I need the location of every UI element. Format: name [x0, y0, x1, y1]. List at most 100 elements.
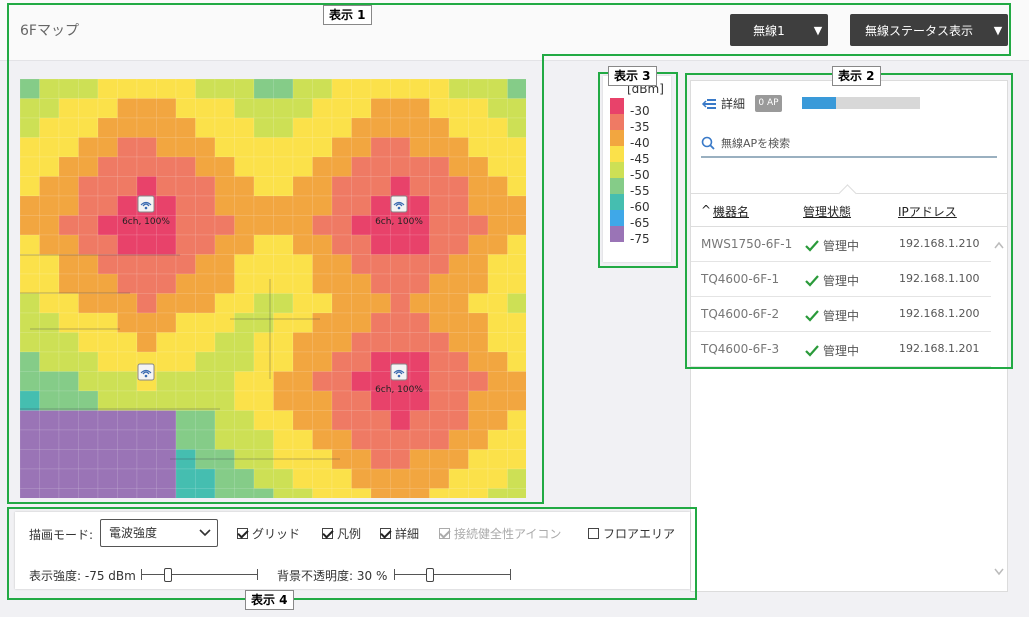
heat-cell: [507, 234, 526, 255]
heat-cell: [487, 410, 508, 431]
search-input[interactable]: [715, 133, 997, 153]
table-row[interactable]: TQ4600-6F-3 管理中 192.168.1.201: [691, 332, 991, 367]
heat-cell: [58, 215, 79, 236]
draw-mode-value: 電波強度: [109, 526, 158, 540]
wireless-status-button[interactable]: 無線ステータス表示 ▼: [850, 14, 1008, 46]
heat-cell: [468, 390, 489, 411]
heat-cell: [273, 98, 294, 119]
heat-cell: [292, 117, 313, 138]
heat-cell: [58, 79, 79, 99]
column-status-header[interactable]: 管理状態: [803, 203, 851, 220]
heat-cell: [117, 234, 138, 255]
heat-cell: [351, 156, 372, 177]
heat-cell: [195, 273, 216, 294]
search-box[interactable]: [701, 130, 997, 158]
grid-checkbox[interactable]: グリッド: [237, 525, 300, 542]
heat-cell: [409, 156, 430, 177]
slider-tick: [394, 569, 395, 580]
heat-cell: [20, 273, 40, 294]
display-controls: 描画モード: 電波強度 グリッド 凡例 詳細 接続健全性アイコン フロアエリア …: [15, 512, 690, 589]
device-ip: 192.168.1.210: [899, 237, 980, 250]
heatmap[interactable]: 6ch, 100% 6ch, 100% 6ch, 100%: [20, 79, 526, 498]
heat-cell: [234, 273, 255, 294]
legend-swatch: [610, 130, 624, 146]
heat-cell: [390, 410, 411, 431]
scrollbar[interactable]: [991, 227, 1007, 587]
heat-cell: [429, 468, 450, 489]
sort-asc-icon: ^: [701, 203, 712, 217]
heat-cell: [58, 449, 79, 470]
heat-cell: [448, 449, 469, 470]
heat-cell: [390, 137, 411, 158]
opacity-slider-thumb[interactable]: [426, 568, 434, 582]
access-point-marker[interactable]: [390, 195, 408, 213]
heat-cell: [195, 254, 216, 275]
heat-cell: [429, 410, 450, 431]
heat-cell: [195, 371, 216, 392]
heat-cell: [97, 488, 118, 498]
heat-cell: [487, 293, 508, 314]
heat-cell: [20, 137, 40, 158]
heat-cell: [234, 410, 255, 431]
legend-swatch: [610, 226, 624, 242]
heat-cell: [273, 234, 294, 255]
heat-cell: [136, 176, 157, 197]
heat-cell: [468, 254, 489, 275]
strength-slider-thumb[interactable]: [164, 568, 172, 582]
strength-label: 表示強度: -75 dBm: [29, 569, 136, 583]
heat-cell: [234, 234, 255, 255]
heat-cell: [487, 176, 508, 197]
detail-toggle[interactable]: 詳細: [701, 95, 745, 112]
detail-checkbox[interactable]: 詳細: [380, 525, 419, 542]
heat-cell: [117, 176, 138, 197]
heat-cell: [97, 371, 118, 392]
heatmap-canvas[interactable]: 6ch, 100% 6ch, 100% 6ch, 100%: [20, 79, 526, 498]
access-point-marker[interactable]: [137, 195, 155, 213]
heat-cell: [195, 137, 216, 158]
opacity-slider[interactable]: [394, 568, 511, 582]
heat-cell: [292, 312, 313, 333]
heat-cell: [97, 137, 118, 158]
heat-cell: [253, 293, 274, 314]
column-ip-header[interactable]: IPアドレス: [898, 203, 957, 220]
device-status: 管理中: [805, 272, 859, 289]
heat-cell: [195, 117, 216, 138]
heat-cell: [292, 79, 313, 99]
heat-cell: [468, 468, 489, 489]
heat-cell: [253, 468, 274, 489]
column-name-header[interactable]: 機器名: [713, 203, 749, 220]
heat-cell: [370, 488, 391, 498]
heat-cell: [448, 468, 469, 489]
device-status-label: 管理中: [823, 344, 860, 358]
access-point-marker[interactable]: [390, 363, 408, 381]
heat-cell: [429, 390, 450, 411]
wireless-select-button[interactable]: 無線1 ▼: [730, 14, 828, 46]
heat-cell: [468, 429, 489, 450]
table-row[interactable]: TQ4600-6F-2 管理中 192.168.1.200: [691, 297, 991, 332]
heat-cell: [273, 351, 294, 372]
strength-slider[interactable]: [141, 568, 258, 582]
health-icon-checkbox[interactable]: 接続健全性アイコン: [439, 525, 561, 542]
floor-area-checkbox[interactable]: フロアエリア: [588, 525, 675, 542]
search-icon: [701, 136, 715, 150]
heat-cell: [468, 488, 489, 498]
heat-cell: [273, 293, 294, 314]
legend-checkbox[interactable]: 凡例: [322, 525, 361, 542]
heat-cell: [409, 234, 430, 255]
heat-cell: [78, 176, 99, 197]
heat-cell: [156, 273, 177, 294]
table-row[interactable]: TQ4600-6F-1 管理中 192.168.1.100: [691, 262, 991, 297]
legend-value: -30: [630, 104, 650, 118]
draw-mode-select[interactable]: 電波強度: [100, 519, 218, 547]
heat-cell: [20, 449, 40, 470]
heat-cell: [448, 137, 469, 158]
table-row[interactable]: MWS1750-6F-1 管理中 192.168.1.210: [691, 227, 991, 262]
device-status-label: 管理中: [823, 274, 860, 288]
heat-cell: [234, 137, 255, 158]
heat-cell: [97, 468, 118, 489]
heat-cell: [78, 156, 99, 177]
heat-cell: [429, 429, 450, 450]
heat-cell: [409, 332, 430, 353]
heat-cell: [351, 195, 372, 216]
access-point-marker[interactable]: [137, 363, 155, 381]
